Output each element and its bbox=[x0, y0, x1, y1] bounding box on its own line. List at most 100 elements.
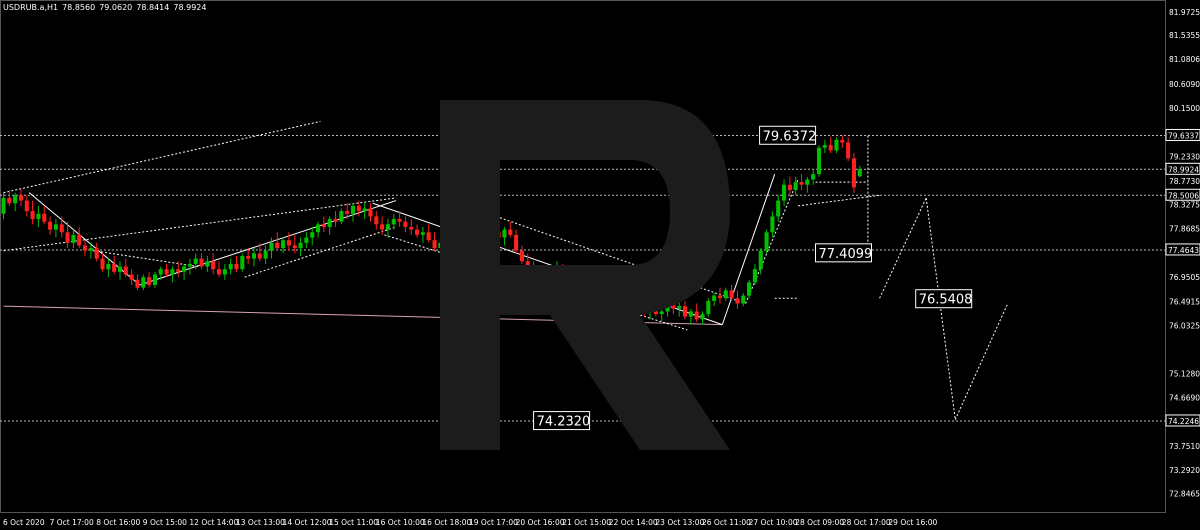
candle-bear bbox=[147, 277, 152, 286]
x-tick-label: 22 Oct 14:00 bbox=[609, 518, 658, 527]
candle-bear bbox=[30, 211, 35, 220]
candle-bull bbox=[770, 216, 775, 233]
y-tick-label: 77.8685 bbox=[1169, 225, 1200, 234]
x-tick-label: 14 Oct 12:00 bbox=[283, 518, 332, 527]
candle-bull bbox=[13, 195, 18, 204]
candle-bear bbox=[397, 219, 402, 222]
candle-bull bbox=[117, 266, 123, 272]
price-tag-label: 74.2246 bbox=[1168, 417, 1199, 426]
candle-bear bbox=[787, 184, 792, 191]
candle-bear bbox=[77, 234, 82, 246]
candle-bull bbox=[170, 269, 175, 275]
candle-bear bbox=[7, 197, 12, 204]
x-tick-label: 16 Oct 18:00 bbox=[422, 518, 471, 527]
candle-bull bbox=[298, 242, 303, 249]
x-tick-label: 7 Oct 17:00 bbox=[50, 518, 94, 527]
level-label: 77.4099 bbox=[819, 247, 873, 262]
level-label-group: 77.4099 bbox=[815, 243, 873, 263]
trend-line bbox=[954, 303, 1009, 420]
candle-bull bbox=[758, 250, 763, 270]
candle-bear bbox=[18, 195, 24, 201]
brand-logo-watermark bbox=[440, 100, 730, 450]
candle-bull bbox=[793, 182, 798, 191]
candle-bull bbox=[158, 269, 163, 275]
candle-bull bbox=[776, 200, 781, 217]
candle-bear bbox=[415, 229, 420, 235]
candle-bear bbox=[100, 258, 105, 270]
candle-bull bbox=[741, 295, 746, 304]
candle-bear bbox=[345, 211, 350, 214]
candle-bear bbox=[42, 213, 47, 222]
candle-bull bbox=[304, 237, 309, 243]
candle-bull bbox=[420, 232, 425, 235]
candle-bull bbox=[310, 232, 315, 238]
open-price: 78.8560 bbox=[62, 3, 96, 12]
candle-bull bbox=[263, 250, 268, 259]
candle-bear bbox=[735, 298, 740, 304]
x-tick-label: 15 Oct 11:00 bbox=[329, 518, 378, 527]
candle-bear bbox=[65, 232, 70, 243]
symbol-label: USDRUB.a,H1 bbox=[3, 3, 59, 12]
candle-bull bbox=[747, 282, 752, 296]
candle-bull bbox=[391, 219, 396, 225]
candle-bull bbox=[822, 145, 827, 148]
y-tick-label: 75.1280 bbox=[1169, 369, 1200, 378]
level-label: 76.5408 bbox=[919, 293, 973, 308]
close-price: 78.9924 bbox=[173, 3, 207, 12]
x-tick-label: 12 Oct 14:00 bbox=[189, 518, 238, 527]
y-tick-label: 78.3275 bbox=[1169, 200, 1200, 209]
candle-bull bbox=[362, 208, 367, 212]
y-tick-label: 80.1500 bbox=[1169, 104, 1200, 113]
x-tick-label: 27 Oct 10:00 bbox=[749, 518, 798, 527]
level-label: 79.6372 bbox=[763, 129, 817, 144]
candle-bull bbox=[816, 147, 822, 175]
low-price: 78.8414 bbox=[136, 3, 170, 12]
price-tag-label: 78.5006 bbox=[1168, 191, 1199, 200]
high-price: 79.0620 bbox=[99, 3, 133, 12]
candle-bull bbox=[327, 219, 332, 227]
candle-bear bbox=[840, 139, 845, 143]
candle-bull bbox=[385, 224, 390, 230]
candle-bull bbox=[269, 242, 274, 251]
x-tick-label: 28 Oct 09:00 bbox=[795, 518, 844, 527]
candle-bear bbox=[246, 256, 251, 259]
candle-bull bbox=[805, 179, 810, 185]
y-tick-label: 78.7730 bbox=[1169, 177, 1200, 186]
candle-bear bbox=[112, 263, 117, 272]
price-tag-label: 79.6337 bbox=[1168, 131, 1199, 140]
candle-bull bbox=[764, 232, 769, 251]
candle-bear bbox=[799, 182, 804, 185]
candle-bear bbox=[59, 224, 64, 233]
x-tick-label: 19 Oct 17:00 bbox=[469, 518, 518, 527]
candle-bear bbox=[426, 232, 431, 241]
candle-bear bbox=[211, 261, 216, 270]
candle-bull bbox=[187, 263, 192, 267]
candle-bull bbox=[228, 263, 233, 270]
y-tick-label: 76.9505 bbox=[1169, 273, 1200, 282]
candle-bear bbox=[24, 200, 29, 212]
y-tick-label: 74.6690 bbox=[1169, 394, 1200, 403]
candle-bear bbox=[94, 248, 99, 259]
trend-line bbox=[797, 194, 880, 207]
candle-bear bbox=[83, 245, 88, 251]
price-tag-label: 78.9924 bbox=[1168, 165, 1199, 174]
candle-bear bbox=[286, 240, 291, 246]
candle-bear bbox=[403, 221, 408, 227]
candle-bull bbox=[205, 261, 210, 267]
candle-bull bbox=[141, 277, 146, 288]
trend-line bbox=[3, 120, 321, 194]
candle-bear bbox=[176, 269, 181, 272]
y-tick-label: 73.2920 bbox=[1169, 466, 1200, 475]
price-tag-label: 77.4643 bbox=[1168, 246, 1199, 255]
candle-bear bbox=[828, 145, 833, 151]
candle-bear bbox=[135, 279, 140, 288]
candle-bear bbox=[129, 274, 134, 280]
candle-bull bbox=[857, 169, 862, 177]
x-tick-label: 26 Oct 11:00 bbox=[702, 518, 751, 527]
candle-bear bbox=[432, 240, 437, 249]
candle-bear bbox=[123, 266, 128, 275]
candle-bear bbox=[846, 142, 851, 159]
candle-bull bbox=[316, 224, 321, 233]
candle-bear bbox=[48, 221, 53, 230]
candle-bear bbox=[321, 224, 326, 227]
